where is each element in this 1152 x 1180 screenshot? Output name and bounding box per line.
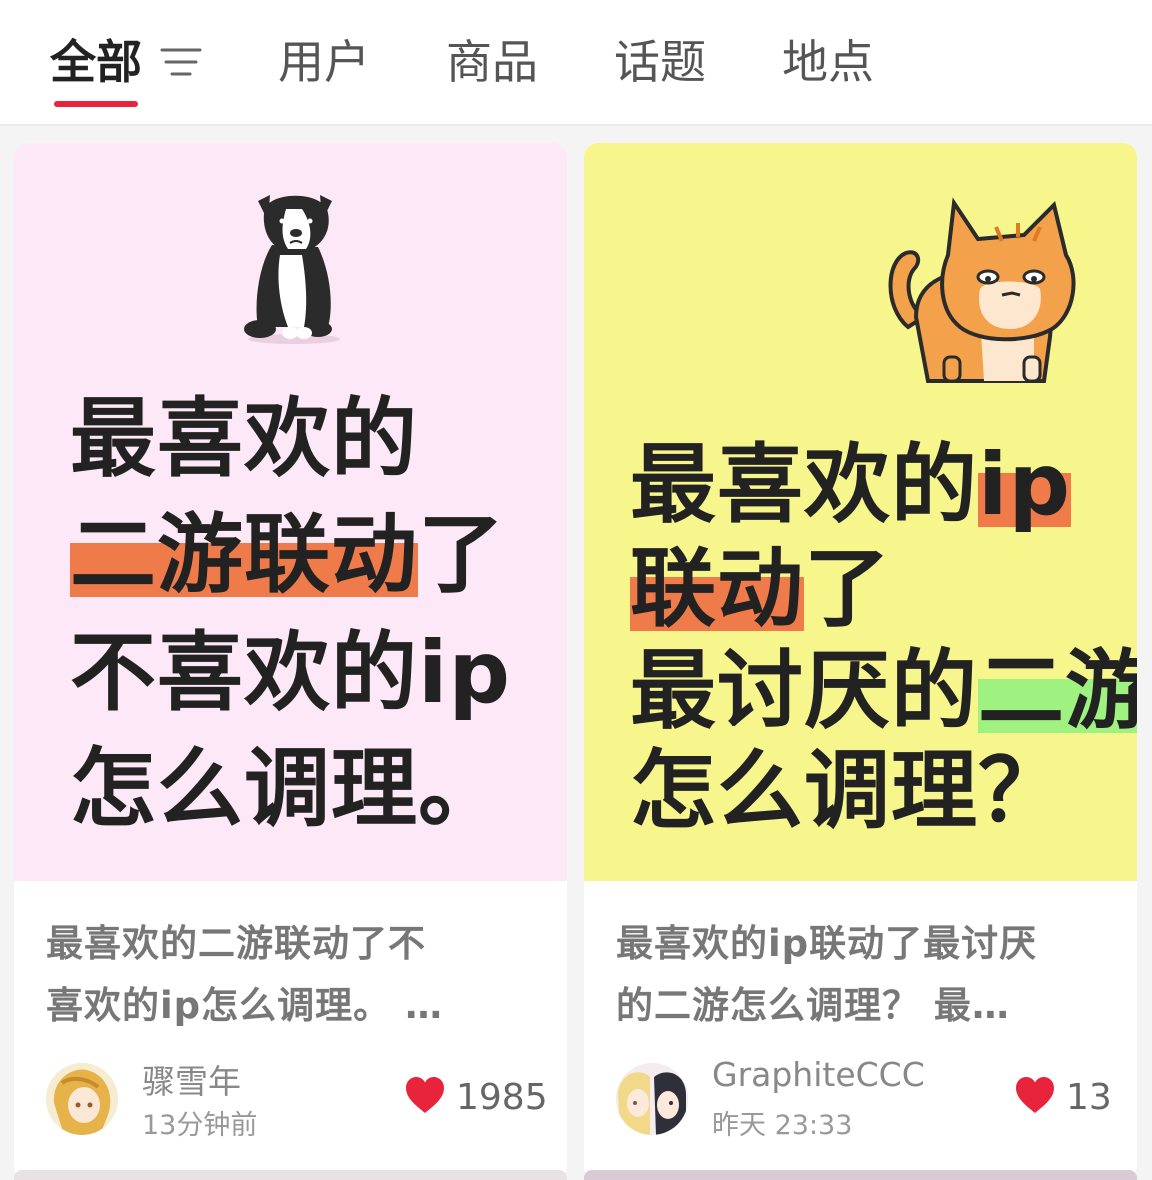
note-title-line: 喜欢的ip怎么调理。 … (46, 984, 444, 1027)
post-time: 13分钟前 (142, 1110, 258, 1141)
note-title-line: 的二游怎么调理？ 最… (616, 984, 1010, 1027)
author-name[interactable]: 骤雪年 (142, 1055, 241, 1103)
tab-topics[interactable]: 话题 (614, 32, 706, 92)
active-tab-indicator (54, 101, 138, 107)
heart-icon[interactable] (404, 1075, 446, 1115)
cover-text-line: 不喜欢的ip (70, 623, 512, 723)
tab-all[interactable]: 全部 (50, 32, 142, 92)
cover-text-line: 联动了 (630, 539, 891, 639)
tab-products[interactable]: 商品 (446, 32, 538, 92)
note-card[interactable]: 最喜欢的 二游联动了 不喜欢的ip 怎么调理。 最喜欢的二游联动了不 喜欢的ip… (14, 143, 567, 1180)
note-title[interactable]: 最喜欢的ip联动了最讨厌 的二游怎么调理？ 最… (616, 913, 1086, 1037)
search-tab-bar: 全部 用户 商品 话题 地点 (0, 0, 1152, 126)
cover-text-line: 二游联动了 (70, 505, 505, 605)
like-count: 13 (1066, 1077, 1112, 1118)
avatar[interactable] (616, 1063, 688, 1135)
author-name[interactable]: GraphiteCCC (712, 1055, 925, 1094)
cover-text: 最喜欢的 (630, 435, 978, 535)
cover-text-line: 最讨厌的二游 (630, 641, 1137, 741)
cover-highlight: 二游 (978, 641, 1137, 741)
heart-icon[interactable] (1014, 1075, 1056, 1115)
note-card[interactable]: 最喜欢的ip 联动了 最讨厌的二游 怎么调理？ 最喜欢的ip联动了最讨厌 的二游… (584, 143, 1137, 1180)
avatar[interactable] (46, 1063, 118, 1135)
note-title-line: 最喜欢的二游联动了不 (46, 922, 426, 965)
cover-text-line: 最喜欢的 (70, 389, 418, 489)
dog-illustration (244, 195, 340, 344)
filter-lines-icon[interactable] (160, 44, 204, 80)
tab-places[interactable]: 地点 (782, 32, 874, 92)
cover-text-line: 怎么调理？ (630, 741, 1065, 841)
cover-text: 最讨厌的 (630, 641, 978, 741)
avatar-two-girls-icon (616, 1063, 688, 1135)
cover-text: 了 (418, 505, 505, 605)
cover-text-line: 最喜欢的ip (630, 435, 1072, 535)
note-title-line: 最喜欢的ip联动了最讨厌 (616, 922, 1038, 965)
post-time: 昨天 23:33 (712, 1110, 853, 1141)
next-note-card-preview[interactable] (584, 1170, 1137, 1180)
next-note-card-preview[interactable] (14, 1170, 567, 1180)
cover-highlight: 联动 (630, 539, 804, 639)
note-cover-image[interactable]: 最喜欢的 二游联动了 不喜欢的ip 怎么调理。 (14, 143, 567, 881)
cat-illustration (888, 197, 1076, 383)
tab-users[interactable]: 用户 (278, 32, 370, 92)
cover-highlight: ip (978, 435, 1072, 535)
cover-highlight: 二游联动 (70, 505, 418, 605)
note-title[interactable]: 最喜欢的二游联动了不 喜欢的ip怎么调理。 … (46, 913, 516, 1037)
cover-text-line: 怎么调理。 (70, 739, 505, 839)
like-count: 1985 (456, 1077, 548, 1118)
note-cover-image[interactable]: 最喜欢的ip 联动了 最讨厌的二游 怎么调理？ (584, 143, 1137, 881)
avatar-anime-girl-icon (46, 1063, 118, 1135)
cover-text: 了 (804, 539, 891, 639)
